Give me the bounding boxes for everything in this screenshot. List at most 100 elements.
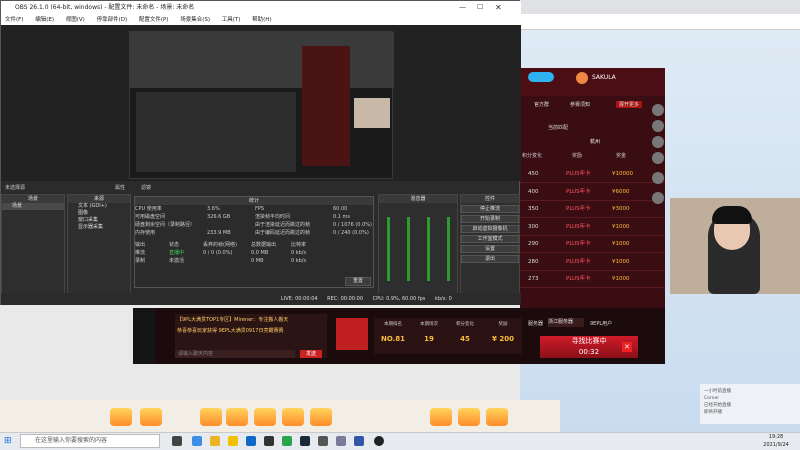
notification-line: 一小时前直播 [704,389,731,394]
scene-item[interactable]: 场景 [2,203,64,210]
bottom-tile[interactable] [282,408,304,426]
minimize-icon[interactable]: — [459,3,466,11]
menu-profile[interactable]: 配置文件(P) [139,17,169,23]
task-view-icon[interactable] [172,436,182,446]
menu-file[interactable]: 文件(F) [5,17,23,23]
bottom-tile[interactable] [254,408,276,426]
bottom-tile[interactable] [430,408,452,426]
nav-item-rules[interactable]: 参赛须知 [570,101,590,108]
menu-edit[interactable]: 编辑(E) [35,17,54,23]
source-item[interactable]: 窗口采集 [68,217,130,224]
bottom-tile[interactable] [110,408,132,426]
stats-cell: 60.00 [333,206,348,212]
region-label[interactable]: 杭州 [590,138,600,145]
server-select[interactable]: 浙江服务器 [548,318,584,327]
close-icon[interactable]: ✕ [495,3,502,12]
row-score: 273 [528,276,539,282]
avatar[interactable] [652,136,664,148]
browser-address-bar[interactable] [520,14,800,30]
ranking-row: 400 PLUS年卡 ¥6000 [520,184,665,201]
avatar[interactable] [652,104,664,116]
bottom-tile[interactable] [486,408,508,426]
bitrate-status: kb/s: 0 [434,296,452,302]
notification-line: 已经开始直播 [704,403,731,408]
app-icon[interactable] [336,436,346,446]
taskbar-search[interactable]: 在这里输入你要搜索的内容 [20,434,160,448]
chat-input[interactable]: 请输入聊天内容 [175,350,295,358]
studio-mode-button[interactable]: 工作室模式 [461,235,519,243]
settings-button[interactable]: 设置 [461,245,519,253]
stat-score: 积分变化 45 [446,318,484,354]
app-icon[interactable] [318,436,328,446]
dock-title: 混音器 [379,195,457,203]
avatar[interactable] [652,120,664,132]
nav-item-group[interactable]: 官方群 [534,101,549,108]
game-username: SAKULA [592,74,616,81]
close-icon[interactable]: ✕ [622,342,632,352]
app-icon[interactable] [282,436,292,446]
tab-filters[interactable]: 滤镜 [141,184,151,191]
table-cell: 录制 [135,258,146,264]
avatar[interactable] [652,192,664,204]
row-prize: ¥6000 [612,188,630,195]
menu-scene-collection[interactable]: 场景集合(S) [180,17,210,23]
game-header: SAKULA [520,68,665,96]
reset-button[interactable]: 重置 [345,277,371,286]
game-logo[interactable] [528,72,554,82]
stats-cell: 326.6 GB [207,214,231,220]
notification-panel[interactable]: 一小时前直播 Corner 已经开始直播 即将开播 [700,384,800,424]
avatar[interactable] [576,72,588,84]
stats-cell: CPU 使用率 [135,206,162,212]
stats-cell: 3.6% [207,206,220,212]
browser-tab-bar[interactable] [520,0,800,14]
menu-tools[interactable]: 工具(T) [222,17,241,23]
preview-canvas[interactable] [129,31,394,179]
menu-help[interactable]: 帮助(H) [252,17,271,23]
column-header: 比特率 [291,242,307,248]
menu-docks[interactable]: 停靠部件(D) [97,17,128,23]
menu-view[interactable]: 视图(V) [66,17,85,23]
source-item[interactable]: 显示器采集 [68,224,130,231]
source-item[interactable]: 文本 (GDI+) [68,203,130,210]
chrome-icon[interactable] [210,436,220,446]
windows-start-icon[interactable]: ⊞ [4,436,14,446]
clock[interactable]: 19:28 2021/9/24 [755,433,797,449]
virtual-camera-button[interactable]: 启动虚拟摄像机 [461,225,519,233]
dock-title: 场景 [2,195,64,203]
bottom-tile[interactable] [458,408,480,426]
steam-icon[interactable] [300,436,310,446]
bottom-tile[interactable] [140,408,162,426]
nav-item-more[interactable]: 展开更多 [616,101,643,108]
table-row: 录制 未激活 0 MB 0 kb/s [135,257,373,265]
preview-game [302,46,350,166]
server-label: 服务器 [528,321,544,327]
app-icon[interactable] [264,436,274,446]
row-score: 350 [528,206,539,212]
bottom-tile[interactable] [200,408,222,426]
stop-stream-button[interactable]: 停止推流 [461,205,519,213]
table-cell: 推流 [135,250,146,256]
app-icon[interactable] [354,436,364,446]
bottom-tile[interactable] [226,408,248,426]
preview-desktop [130,32,394,88]
send-button[interactable]: 发送 [300,350,322,358]
file-explorer-icon[interactable] [228,436,238,446]
chat-line: 恭喜恭喜玩家获得 9EPL大满贯0917日亮霸赛赛 [177,328,284,334]
start-recording-button[interactable]: 开始录制 [461,215,519,223]
person-hair [712,206,752,224]
bottom-tile[interactable] [310,408,332,426]
avatar[interactable] [652,152,664,164]
app-icon[interactable] [246,436,256,446]
dock-mixer: 混音器 [378,194,458,304]
avatar[interactable] [652,172,664,184]
dock-controls: 控件 停止推流 开始录制 启动虚拟摄像机 工作室模式 设置 退出 [460,194,520,304]
player-card [336,318,368,350]
stats-cell: 内存使用 [135,230,156,236]
obs-icon[interactable] [374,436,384,446]
source-item[interactable]: 图像 [68,210,130,217]
edge-icon[interactable] [192,436,202,446]
exit-button[interactable]: 退出 [461,255,519,263]
dock-title: 来源 [68,195,130,203]
maximize-icon[interactable]: ☐ [477,3,483,11]
tab-properties[interactable]: 属性 [115,184,125,191]
